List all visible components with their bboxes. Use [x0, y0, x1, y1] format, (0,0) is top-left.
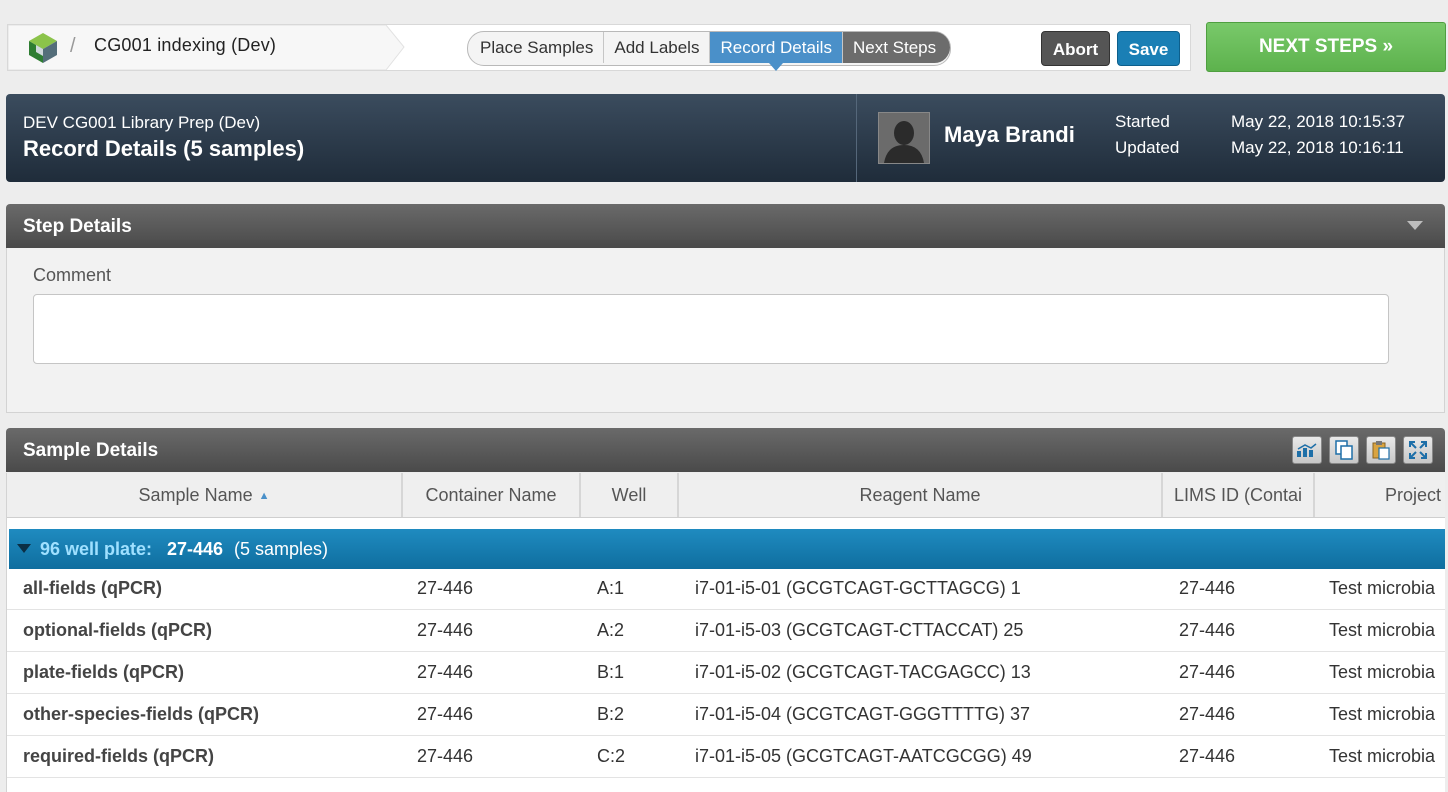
sample-name: plate-fields (qPCR)	[23, 662, 185, 682]
sample-name: all-fields (qPCR)	[23, 578, 163, 598]
well: A:2	[597, 620, 625, 640]
comment-field[interactable]	[33, 294, 1389, 364]
tab-record-details[interactable]: Record Details	[710, 32, 843, 71]
breadcrumb: / CG001 indexing (Dev)	[8, 25, 406, 70]
lims-id: 27-446	[1179, 620, 1236, 640]
chart-icon[interactable]	[1292, 436, 1322, 464]
lims-id: 27-446	[1179, 704, 1236, 724]
lims-id: 27-446	[1179, 662, 1236, 682]
container-name: 27-446	[417, 662, 474, 682]
well: C:2	[597, 746, 626, 766]
tab-place-samples[interactable]: Place Samples	[468, 32, 605, 63]
group-row-96-well-plate[interactable]: 96 well plate: 27-446 (5 samples)	[9, 529, 1445, 569]
reagent-name: i7-01-i5-05 (GCGTCAGT-AATCGCGG) 49	[695, 746, 1032, 766]
project: Test microbia	[1329, 746, 1436, 766]
col-container-name[interactable]: Container Name	[403, 473, 581, 517]
updated-value: May 22, 2018 10:16:11	[1231, 138, 1404, 157]
group-label: 96 well plate:	[40, 539, 153, 559]
reagent-name: i7-01-i5-03 (GCGTCAGT-CTTACCAT) 25	[695, 620, 1024, 640]
well: B:1	[597, 662, 625, 682]
container-name: 27-446	[417, 746, 474, 766]
lims-id: 27-446	[1179, 578, 1236, 598]
user-name: Maya Brandi	[944, 122, 1075, 147]
step-details-title: Step Details	[23, 216, 132, 237]
table-row[interactable]: all-fields (qPCR) 27-446 A:1 i7-01-i5-01…	[7, 567, 1445, 610]
page-title: Record Details (5 samples)	[23, 136, 305, 161]
tab-add-labels[interactable]: Add Labels	[604, 32, 711, 63]
sample-toolbar	[1292, 436, 1433, 464]
top-bar: / CG001 indexing (Dev) Place Samples Add…	[7, 24, 1191, 71]
step-navigator: Place Samples Add Labels Record Details …	[467, 31, 952, 71]
sample-name: other-species-fields (qPCR)	[23, 704, 260, 724]
table-header: Sample Name ▲ Container Name Well Reagent…	[7, 473, 1445, 518]
copy-icon[interactable]	[1329, 436, 1359, 464]
table-row[interactable]: other-species-fields (qPCR) 27-446 B:2 i…	[7, 693, 1445, 736]
breadcrumb-title[interactable]: CG001 indexing (Dev)	[94, 35, 276, 56]
container-name: 27-446	[417, 578, 474, 598]
container-name: 27-446	[417, 620, 474, 640]
table-row[interactable]: required-fields (qPCR) 27-446 C:2 i7-01-…	[7, 735, 1445, 778]
sort-asc-icon[interactable]: ▲	[259, 490, 270, 502]
well: B:2	[597, 704, 625, 724]
updated-label: Updated	[1115, 138, 1180, 157]
collapse-icon[interactable]	[1407, 221, 1423, 231]
reagent-name: i7-01-i5-01 (GCGTCAGT-GCTTAGCG) 1	[695, 578, 1021, 598]
protocol-name: DEV CG001 Library Prep (Dev)	[23, 113, 261, 132]
record-header: DEV CG001 Library Prep (Dev) Record Deta…	[6, 94, 1445, 182]
table-row[interactable]: optional-fields (qPCR) 27-446 A:2 i7-01-…	[7, 609, 1445, 652]
header-divider	[856, 94, 857, 182]
reagent-name: i7-01-i5-04 (GCGTCAGT-GGGTTTTG) 37	[695, 704, 1031, 724]
started-value: May 22, 2018 10:15:37	[1231, 112, 1405, 131]
expand-icon[interactable]	[1403, 436, 1433, 464]
save-button[interactable]: Save	[1117, 31, 1180, 66]
group-container-id: 27-446	[167, 539, 224, 559]
comment-label: Comment	[33, 265, 112, 285]
project: Test microbia	[1329, 704, 1436, 724]
paste-icon[interactable]	[1366, 436, 1396, 464]
step-details-header[interactable]: Step Details	[6, 204, 1445, 248]
group-toggle-icon[interactable]	[17, 544, 31, 554]
col-sample-name-label: Sample Name	[138, 485, 253, 505]
project: Test microbia	[1329, 662, 1436, 682]
col-well[interactable]: Well	[581, 473, 679, 517]
col-project[interactable]: Project	[1315, 473, 1445, 517]
col-reagent-name[interactable]: Reagent Name	[679, 473, 1163, 517]
col-sample-name[interactable]: Sample Name ▲	[7, 473, 403, 517]
sample-details-header: Sample Details	[6, 428, 1445, 472]
table-row[interactable]: plate-fields (qPCR) 27-446 B:1 i7-01-i5-…	[7, 651, 1445, 694]
well: A:1	[597, 578, 625, 598]
project: Test microbia	[1329, 578, 1436, 598]
breadcrumb-separator: /	[70, 35, 76, 57]
lims-id: 27-446	[1179, 746, 1236, 766]
abort-button[interactable]: Abort	[1041, 31, 1110, 66]
started-label: Started	[1115, 112, 1170, 131]
tab-next-steps[interactable]: Next Steps	[842, 32, 951, 63]
reagent-name: i7-01-i5-02 (GCGTCAGT-TACGAGCC) 13	[695, 662, 1031, 682]
logo-icon[interactable]	[26, 31, 60, 65]
container-name: 27-446	[417, 704, 474, 724]
project: Test microbia	[1329, 620, 1436, 640]
sample-table: Sample Name ▲ Container Name Well Reagent…	[6, 473, 1445, 792]
avatar-icon	[878, 112, 930, 164]
col-lims-id[interactable]: LIMS ID (Contai	[1163, 473, 1315, 517]
sample-name: optional-fields (qPCR)	[23, 620, 212, 640]
next-steps-button[interactable]: NEXT STEPS »	[1206, 22, 1446, 72]
sample-details-title: Sample Details	[23, 440, 159, 461]
sample-name: required-fields (qPCR)	[23, 746, 215, 766]
step-details-body: Comment	[6, 248, 1445, 413]
group-sample-count: (5 samples)	[234, 539, 329, 559]
